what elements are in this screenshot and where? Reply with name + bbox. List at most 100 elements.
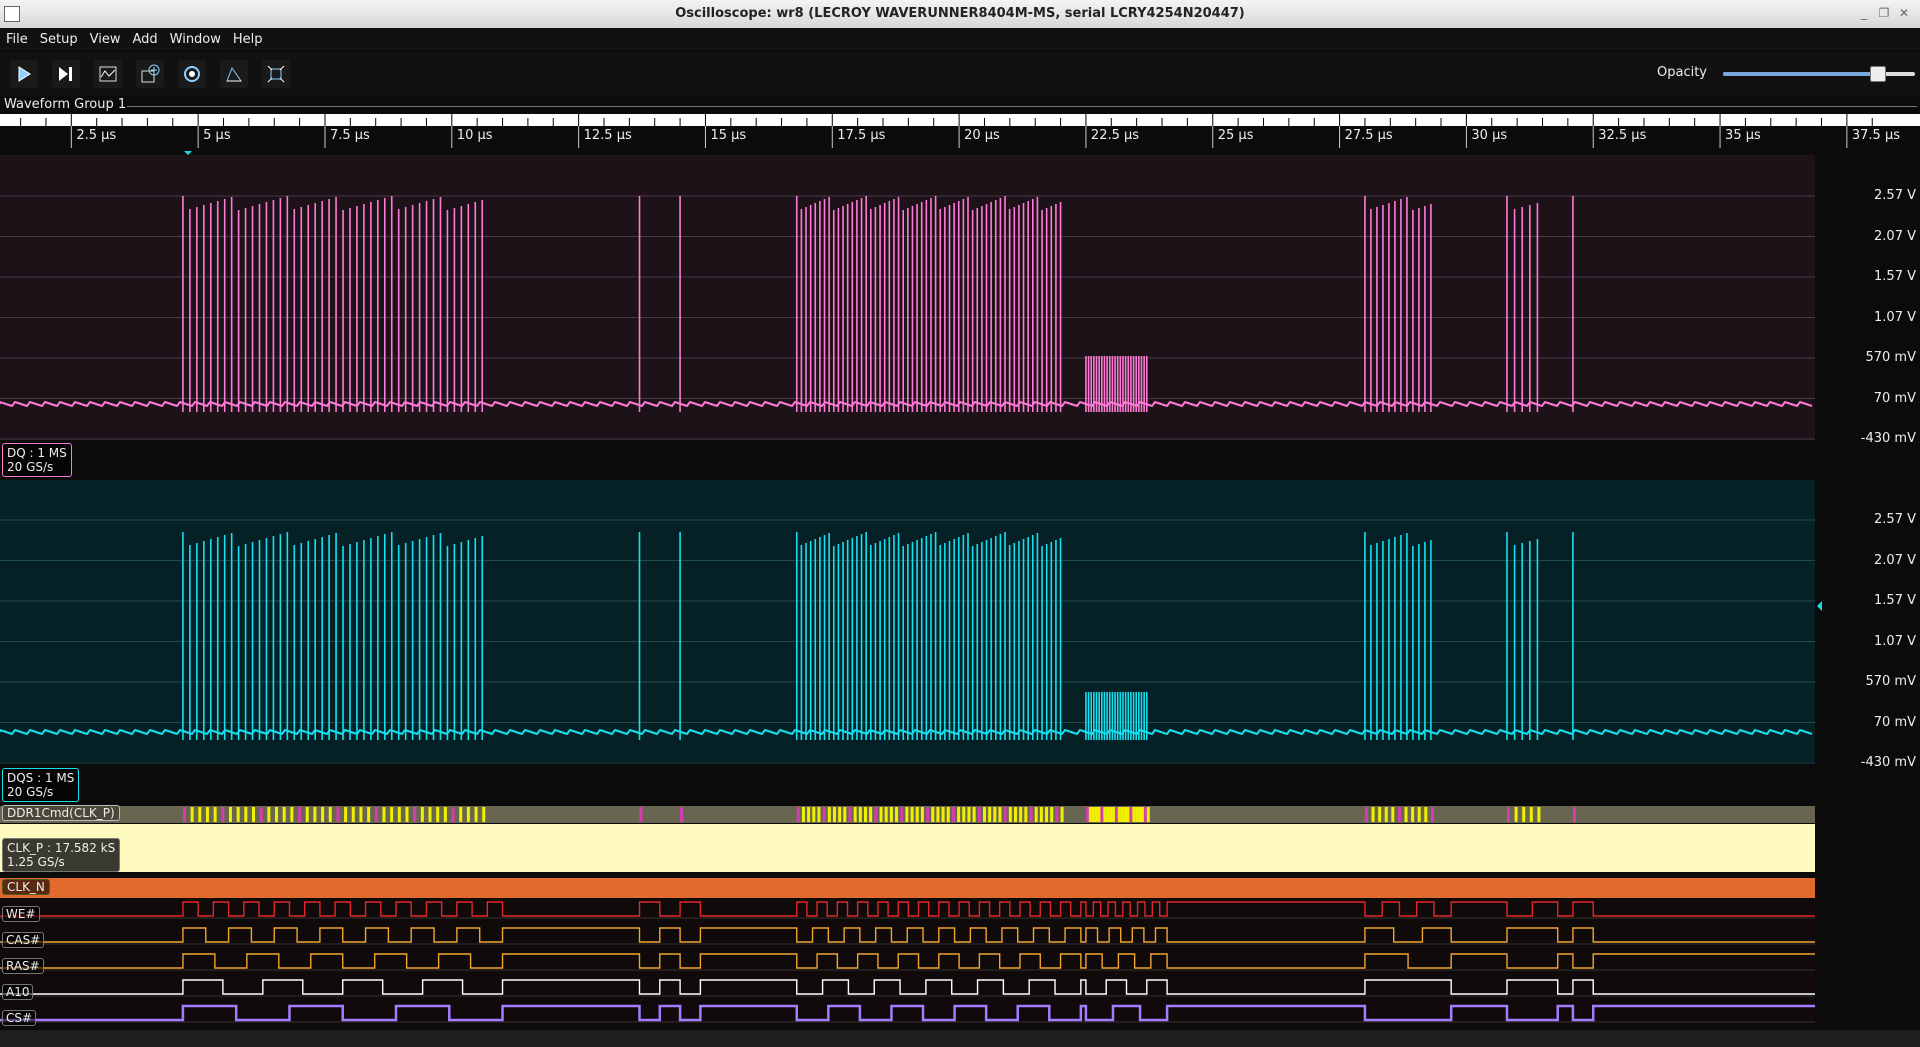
ddr-cmd-packet xyxy=(382,807,386,822)
dqs-channel-label[interactable]: DQS : 1 MS 20 GS/s xyxy=(2,768,80,802)
ddr-cmd-packet xyxy=(838,807,842,822)
ddr-cmd-packet xyxy=(259,807,263,822)
ddr-cmd-packet xyxy=(1106,807,1110,822)
ddr-cmd-packet xyxy=(1572,807,1576,822)
ddr-cmd-packet xyxy=(900,807,904,822)
clk-p-label[interactable]: CLK_P : 17.582 kS 1.25 GS/s xyxy=(2,838,121,872)
ddr-cmd-packet xyxy=(313,807,317,822)
ras-label[interactable]: RAS# xyxy=(2,958,44,974)
a10-label[interactable]: A10 xyxy=(2,984,34,1000)
ddr-cmd-packet xyxy=(1135,807,1139,822)
clk-n-label[interactable]: CLK_N xyxy=(2,879,50,895)
ddr-cmd-packet xyxy=(1529,807,1533,822)
ddr-cmd-packet xyxy=(436,807,440,822)
ddr-cmd-packet xyxy=(915,807,919,822)
ddr-cmd-packet xyxy=(993,807,997,822)
ddr-cmd-packet xyxy=(275,807,279,822)
ddr-cmd-packet xyxy=(1112,807,1116,822)
ddr-cmd-packet xyxy=(639,807,643,822)
ddr-cmd-packet xyxy=(298,807,302,822)
ddr-cmd-packet xyxy=(869,807,873,822)
ddr-cmd-packet xyxy=(1109,807,1113,822)
ddr-cmd-label[interactable]: DDR1Cmd(CLK_P) xyxy=(2,805,120,821)
ddr-cmd-packet xyxy=(267,807,271,822)
ddr-cmd-packet xyxy=(858,807,862,822)
ddr-cmd-packet xyxy=(336,807,340,822)
ddr-cmd-packet xyxy=(962,807,966,822)
ddr-cmd-packet xyxy=(1003,807,1007,822)
ddr-cmd-packet xyxy=(1024,807,1028,822)
time-tick-label: 2.5 µs xyxy=(76,128,117,143)
ddr-cmd-packet xyxy=(236,807,240,822)
ddr-cmd-packet xyxy=(221,807,225,822)
ddr-cmd-packet xyxy=(1029,807,1033,822)
ddr-cmd-packet xyxy=(397,807,401,822)
time-tick-label: 25 µs xyxy=(1217,128,1254,143)
ddr-cmd-packet xyxy=(1138,807,1142,822)
ddr-cmd-packet xyxy=(390,807,394,822)
ddr-cmd-packet xyxy=(351,807,355,822)
ddr-cmd-packet xyxy=(1014,807,1018,822)
ddr-cmd-packet xyxy=(895,807,899,822)
ddr-cmd-packet xyxy=(822,807,826,822)
voltage-tick-label: 2.57 V xyxy=(1874,512,1916,527)
scope-canvas[interactable] xyxy=(0,0,1920,1047)
ddr-cmd-packet xyxy=(1123,807,1127,822)
ddr-cmd-packet xyxy=(998,807,1002,822)
ras-name: RAS# xyxy=(6,959,40,973)
voltage-tick-label: -430 mV xyxy=(1860,431,1916,446)
ddr-cmd-packet xyxy=(832,807,836,822)
ddr-cmd-packet xyxy=(1146,807,1150,822)
ddr-cmd-packet xyxy=(1132,807,1136,822)
ddr-cmd-packet xyxy=(936,807,940,822)
ddr-cmd-packet xyxy=(1034,807,1038,822)
dq-channel-label[interactable]: DQ : 1 MS 20 GS/s xyxy=(2,443,72,477)
ddr-cmd-packet xyxy=(920,807,924,822)
ddr-cmd-packet xyxy=(1404,807,1408,822)
clk-p-rate: 1.25 GS/s xyxy=(7,855,65,869)
trigger-position-marker[interactable] xyxy=(184,151,192,155)
ddr-cmd-packet xyxy=(801,807,805,822)
ddr-cmd-packet xyxy=(1143,807,1147,822)
ddr-cmd-packet xyxy=(459,807,463,822)
ddr-cmd-packet xyxy=(413,807,417,822)
ddr-cmd-packet xyxy=(951,807,955,822)
ddr-cmd-packet xyxy=(982,807,986,822)
clk-p-band xyxy=(0,824,1815,872)
ddr-cmd-packet xyxy=(848,807,852,822)
ddr-cmd-packet xyxy=(198,807,202,822)
time-tick-label: 22.5 µs xyxy=(1090,128,1140,143)
ddr-cmd-packet xyxy=(1103,807,1107,822)
ddr-cmd-packet xyxy=(1039,807,1043,822)
cas-label[interactable]: CAS# xyxy=(2,932,45,948)
ddr-cmd-packet xyxy=(874,807,878,822)
ddr-cmd-packet xyxy=(1114,807,1118,822)
clk-n-name: CLK_N xyxy=(7,880,45,894)
ddr-cmd-packet xyxy=(1430,807,1434,822)
ddr-cmd-packet xyxy=(931,807,935,822)
clk-p-name: CLK_P : 17.582 kS xyxy=(7,841,116,855)
time-tick-label: 12.5 µs xyxy=(583,128,632,143)
ddr-cmd-packet xyxy=(466,807,470,822)
we-label[interactable]: WE# xyxy=(2,906,40,922)
ddr-cmd-packet xyxy=(1088,807,1092,822)
ddr-cmd-packet xyxy=(843,807,847,822)
ddr-cmd-packet xyxy=(205,807,209,822)
time-tick-label: 7.5 µs xyxy=(329,128,370,143)
time-tick-label: 20 µs xyxy=(964,128,1000,143)
cs-label[interactable]: CS# xyxy=(2,1010,37,1026)
ddr-cmd-packet xyxy=(228,807,232,822)
ddr-cmd-packet xyxy=(812,807,816,822)
ddr-cmd-packet xyxy=(1391,807,1395,822)
dq-channel-name: DQ : 1 MS xyxy=(7,446,67,460)
ddr-cmd-packet xyxy=(941,807,945,822)
ddr-cmd-packet xyxy=(428,807,432,822)
ddr-cmd-packet xyxy=(420,807,424,822)
ddr-cmd-packet xyxy=(1506,807,1510,822)
ddr-cmd-packet xyxy=(1117,807,1121,822)
ruler-background xyxy=(0,114,1920,126)
voltage-tick-label: 1.57 V xyxy=(1874,593,1916,608)
voltage-tick-label: 1.07 V xyxy=(1874,309,1916,325)
ddr-cmd-packet xyxy=(451,807,455,822)
time-tick-label: 17.5 µs xyxy=(837,128,886,143)
